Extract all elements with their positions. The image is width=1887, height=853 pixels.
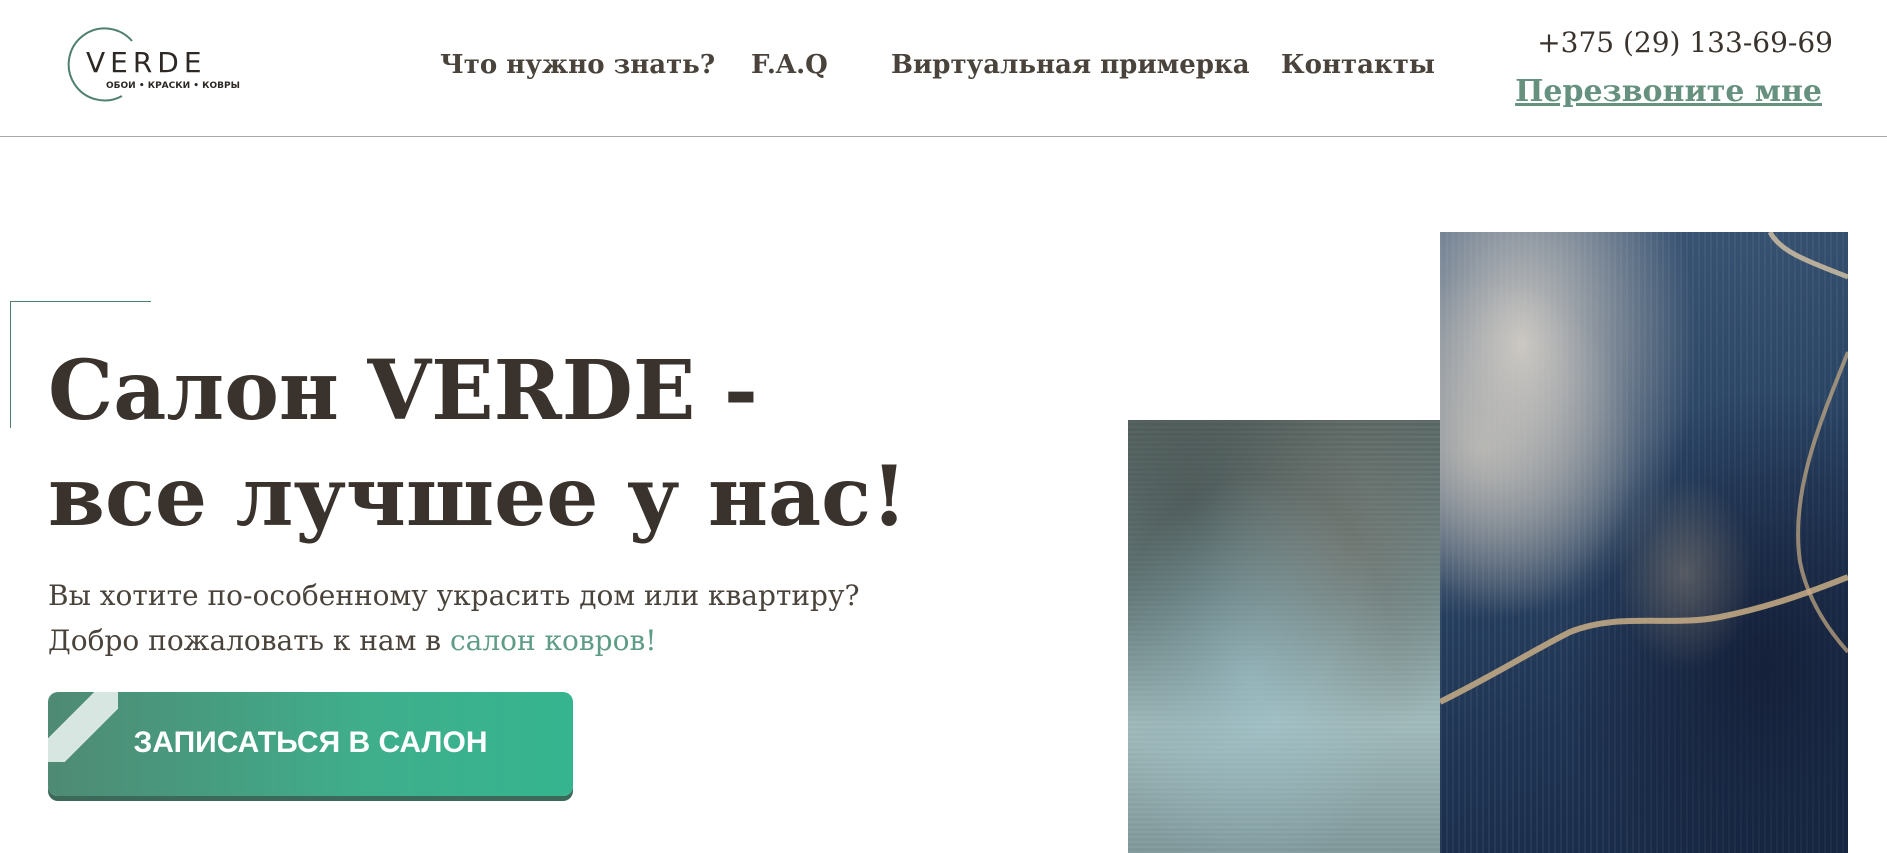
hero-subtitle: Вы хотите по-особенному украсить дом или… [48,573,859,663]
hero-title-line1: Салон VERDE - [48,343,758,439]
nav-item-what-to-know[interactable]: Что нужно знать? [440,50,715,80]
nav-item-faq[interactable]: F.A.Q [751,50,828,80]
book-salon-button-label: ЗАПИСАТЬСЯ В САЛОН [133,726,488,759]
nav-item-contacts[interactable]: Контакты [1281,50,1435,80]
logo-wordmark: VERDE [86,46,207,79]
carpet-gold-vein [1440,232,1848,705]
carpet-image-teal [1128,420,1440,853]
hero-title-line2: все лучшее у нас! [48,449,908,545]
hero-subtitle-line2: Добро пожаловать к нам в [48,624,450,657]
verde-logo[interactable]: VERDE ОБОИ • КРАСКИ • КОВРЫ [62,26,240,108]
nav-item-virtual-fitting[interactable]: Виртуальная примерка [891,50,1250,80]
carpet-image-blue [1440,232,1848,853]
hero-title: Салон VERDE - все лучшее у нас! [48,338,907,550]
carpet-salon-link[interactable]: салон ковров! [450,624,657,657]
callback-link[interactable]: Перезвоните мне [1515,74,1822,109]
logo-tagline: ОБОИ • КРАСКИ • КОВРЫ [106,81,240,91]
phone-number[interactable]: +375 (29) 133-69-69 [1537,26,1833,59]
hero-subtitle-line1: Вы хотите по-особенному украсить дом или… [48,579,860,612]
book-salon-button[interactable]: ЗАПИСАТЬСЯ В САЛОН [48,692,573,796]
site-header: VERDE ОБОИ • КРАСКИ • КОВРЫ Что нужно зн… [0,0,1887,137]
